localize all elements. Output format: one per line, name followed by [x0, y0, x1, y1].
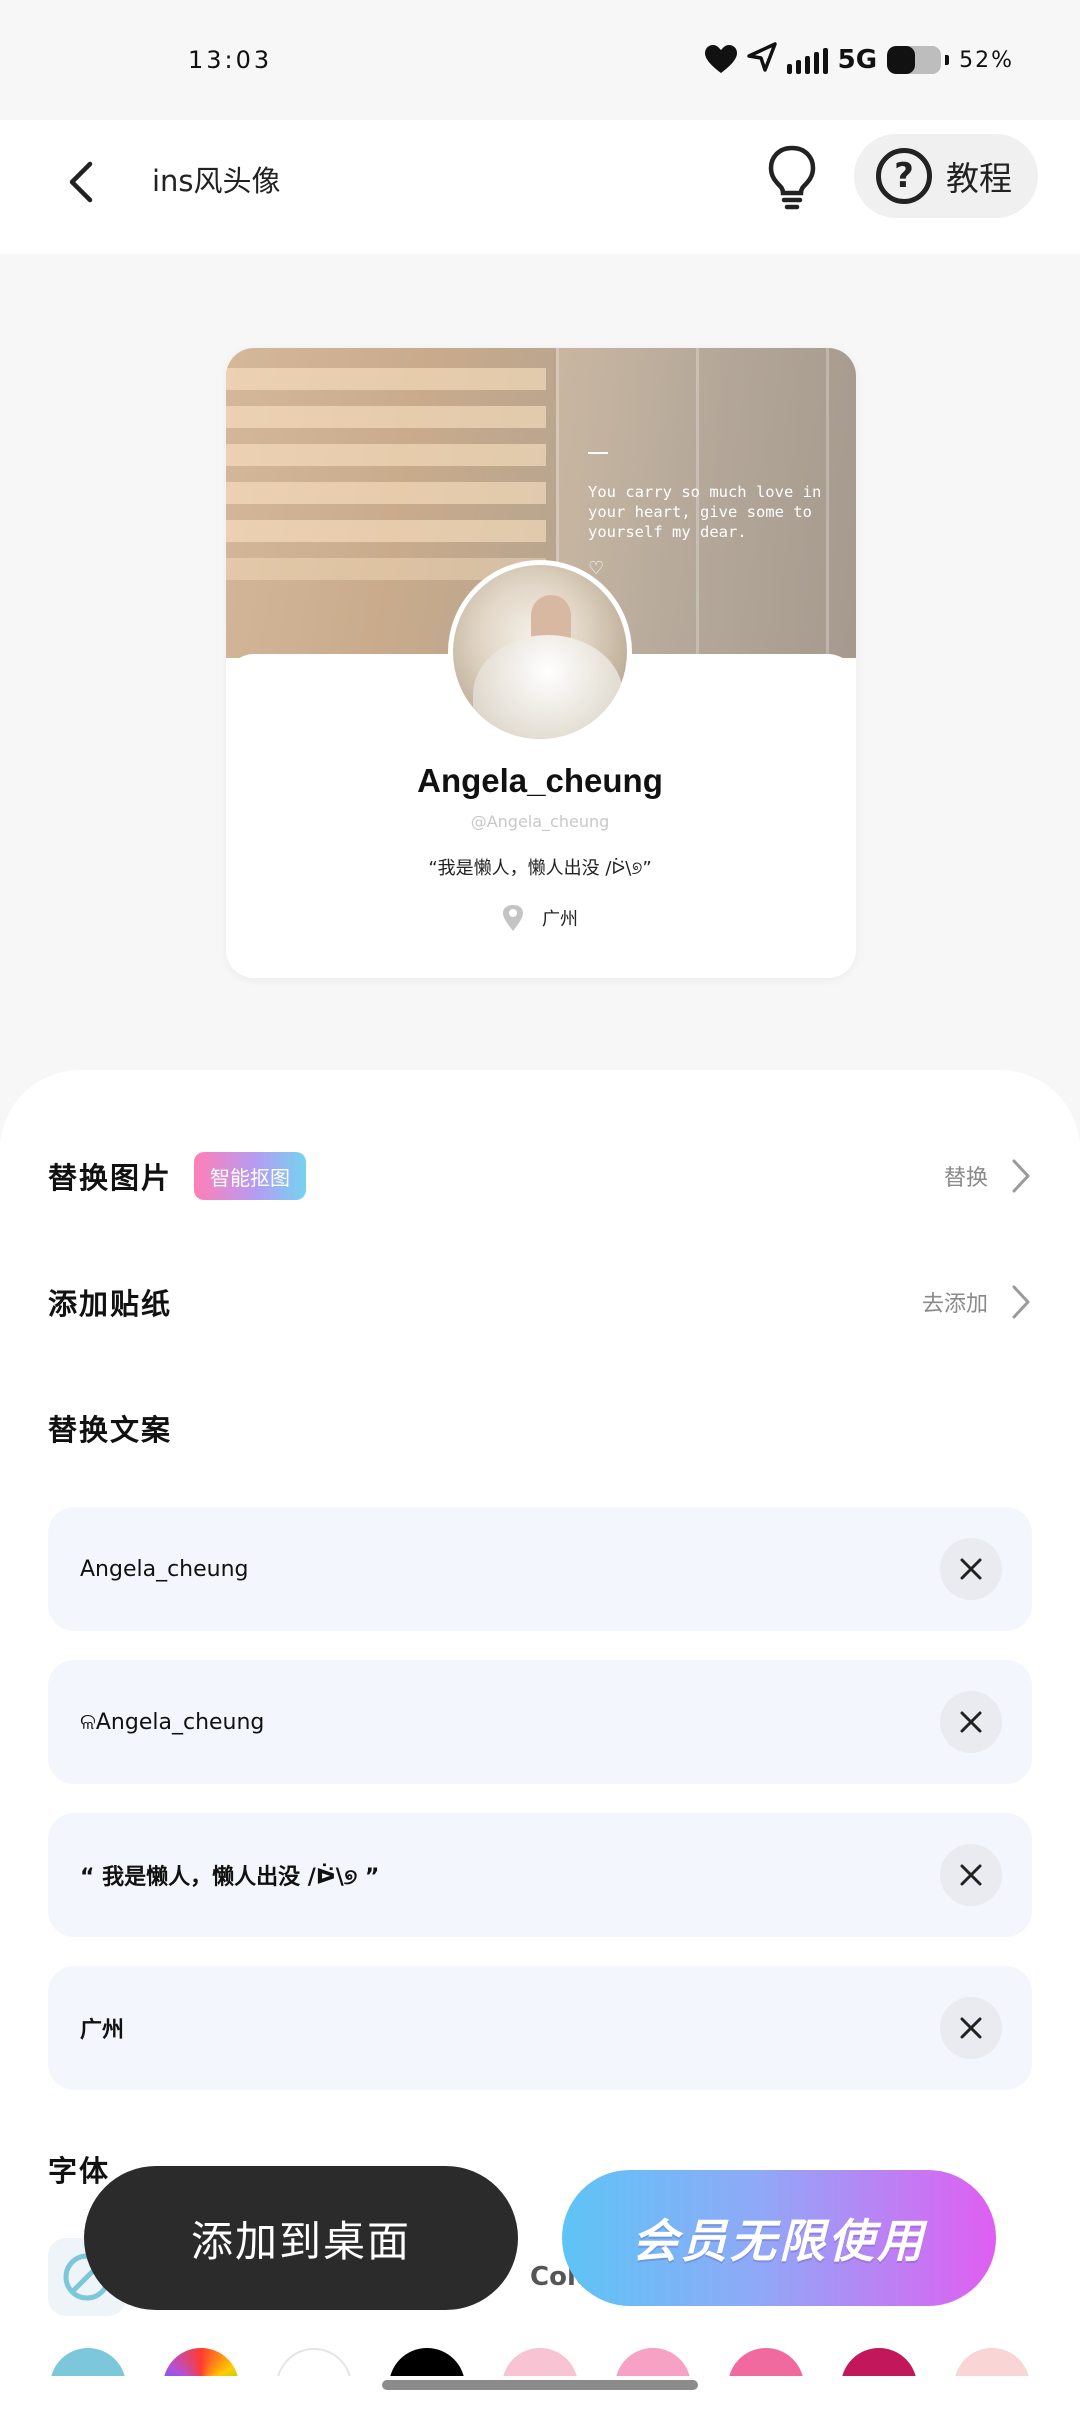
quote-dash [588, 452, 608, 454]
handle-input[interactable] [80, 1709, 900, 1735]
color-swatch[interactable] [615, 2348, 691, 2376]
clear-button[interactable] [940, 1997, 1002, 2059]
tutorial-button[interactable]: ? 教程 [854, 134, 1038, 218]
heart-icon [704, 45, 737, 75]
add-sticker-action[interactable]: 去添加 [922, 1283, 1032, 1321]
tutorial-label: 教程 [946, 159, 1012, 198]
color-swatch[interactable] [841, 2348, 917, 2376]
battery-icon [887, 46, 942, 74]
status-time: 13:03 [188, 46, 273, 74]
profile-name: Angela_cheung [417, 762, 663, 799]
close-icon [960, 1711, 982, 1733]
location-text: 广州 [542, 909, 578, 930]
name-input[interactable] [80, 1556, 900, 1582]
text-field-handle[interactable] [48, 1660, 1032, 1784]
avatar-preview-card[interactable]: You carry so much love in your heart, gi… [226, 348, 856, 978]
color-swatch[interactable] [163, 2348, 239, 2376]
replace-image-row[interactable]: 替换图片 智能抠图 替换 [48, 1146, 1032, 1206]
lightbulb-button[interactable] [764, 142, 820, 212]
network-type: 5G [837, 45, 878, 75]
color-swatch[interactable] [954, 2348, 1030, 2376]
color-swatch[interactable] [50, 2348, 126, 2376]
replace-image-title: 替换图片 [48, 1161, 173, 1195]
replace-image-action[interactable]: 替换 [944, 1157, 1032, 1195]
avatar [448, 560, 632, 744]
close-icon [960, 1864, 982, 1886]
profile-bio: “我是懒人，懒人出没 /ᐖ\୭” [428, 858, 652, 879]
replace-action-label: 替换 [943, 1166, 988, 1191]
color-swatch-row [48, 2348, 1048, 2376]
cover-quote: You carry so much love in your heart, gi… [588, 483, 822, 541]
page-title: ins风头像 [152, 164, 281, 198]
close-icon [960, 2017, 982, 2039]
replace-text-title: 替换文案 [48, 1413, 173, 1447]
vip-unlimited-button[interactable]: 会员无限使用 [562, 2170, 996, 2306]
lightbulb-icon [768, 145, 816, 210]
signal-icon [786, 46, 828, 74]
chevron-right-icon [1012, 1285, 1030, 1319]
color-swatch[interactable] [728, 2348, 804, 2376]
add-sticker-action-label: 去添加 [921, 1292, 988, 1317]
send-icon [746, 41, 777, 79]
font-section-title: 字体 [48, 2154, 111, 2188]
color-swatch[interactable] [389, 2348, 465, 2376]
home-indicator[interactable] [382, 2380, 698, 2390]
add-sticker-row[interactable]: 添加贴纸 去添加 [48, 1272, 1032, 1332]
help-icon: ? [876, 148, 932, 204]
back-button[interactable] [56, 150, 106, 210]
text-field-bio[interactable] [48, 1813, 1032, 1937]
smart-cutout-badge[interactable]: 智能抠图 [194, 1152, 307, 1200]
replace-text-row: 替换文案 [48, 1398, 1032, 1458]
clear-button[interactable] [940, 1691, 1002, 1753]
chevron-left-icon [69, 161, 93, 203]
color-swatch[interactable] [502, 2348, 578, 2376]
battery-tip [945, 55, 950, 65]
location-input[interactable] [80, 2015, 900, 2041]
add-sticker-title: 添加贴纸 [48, 1287, 173, 1321]
color-swatch[interactable] [276, 2348, 352, 2376]
battery-percent: 52% [959, 47, 1014, 73]
text-field-name[interactable] [48, 1507, 1032, 1631]
app-header: ins风头像 ? 教程 [0, 120, 1080, 254]
chevron-right-icon [1012, 1159, 1030, 1193]
location-pin-icon [503, 905, 523, 931]
status-icons: 5G 52% [704, 40, 1014, 80]
clear-button[interactable] [940, 1844, 1002, 1906]
profile-location: 广州 [0, 904, 1080, 932]
profile-handle: @Angela_cheung [470, 812, 610, 831]
add-to-desktop-button[interactable]: 添加到桌面 [84, 2166, 518, 2310]
clear-button[interactable] [940, 1538, 1002, 1600]
bio-input[interactable] [80, 1862, 900, 1888]
status-bar: 13:03 5G 52% [0, 0, 1080, 120]
close-icon [960, 1558, 982, 1580]
text-field-location[interactable] [48, 1966, 1032, 2090]
